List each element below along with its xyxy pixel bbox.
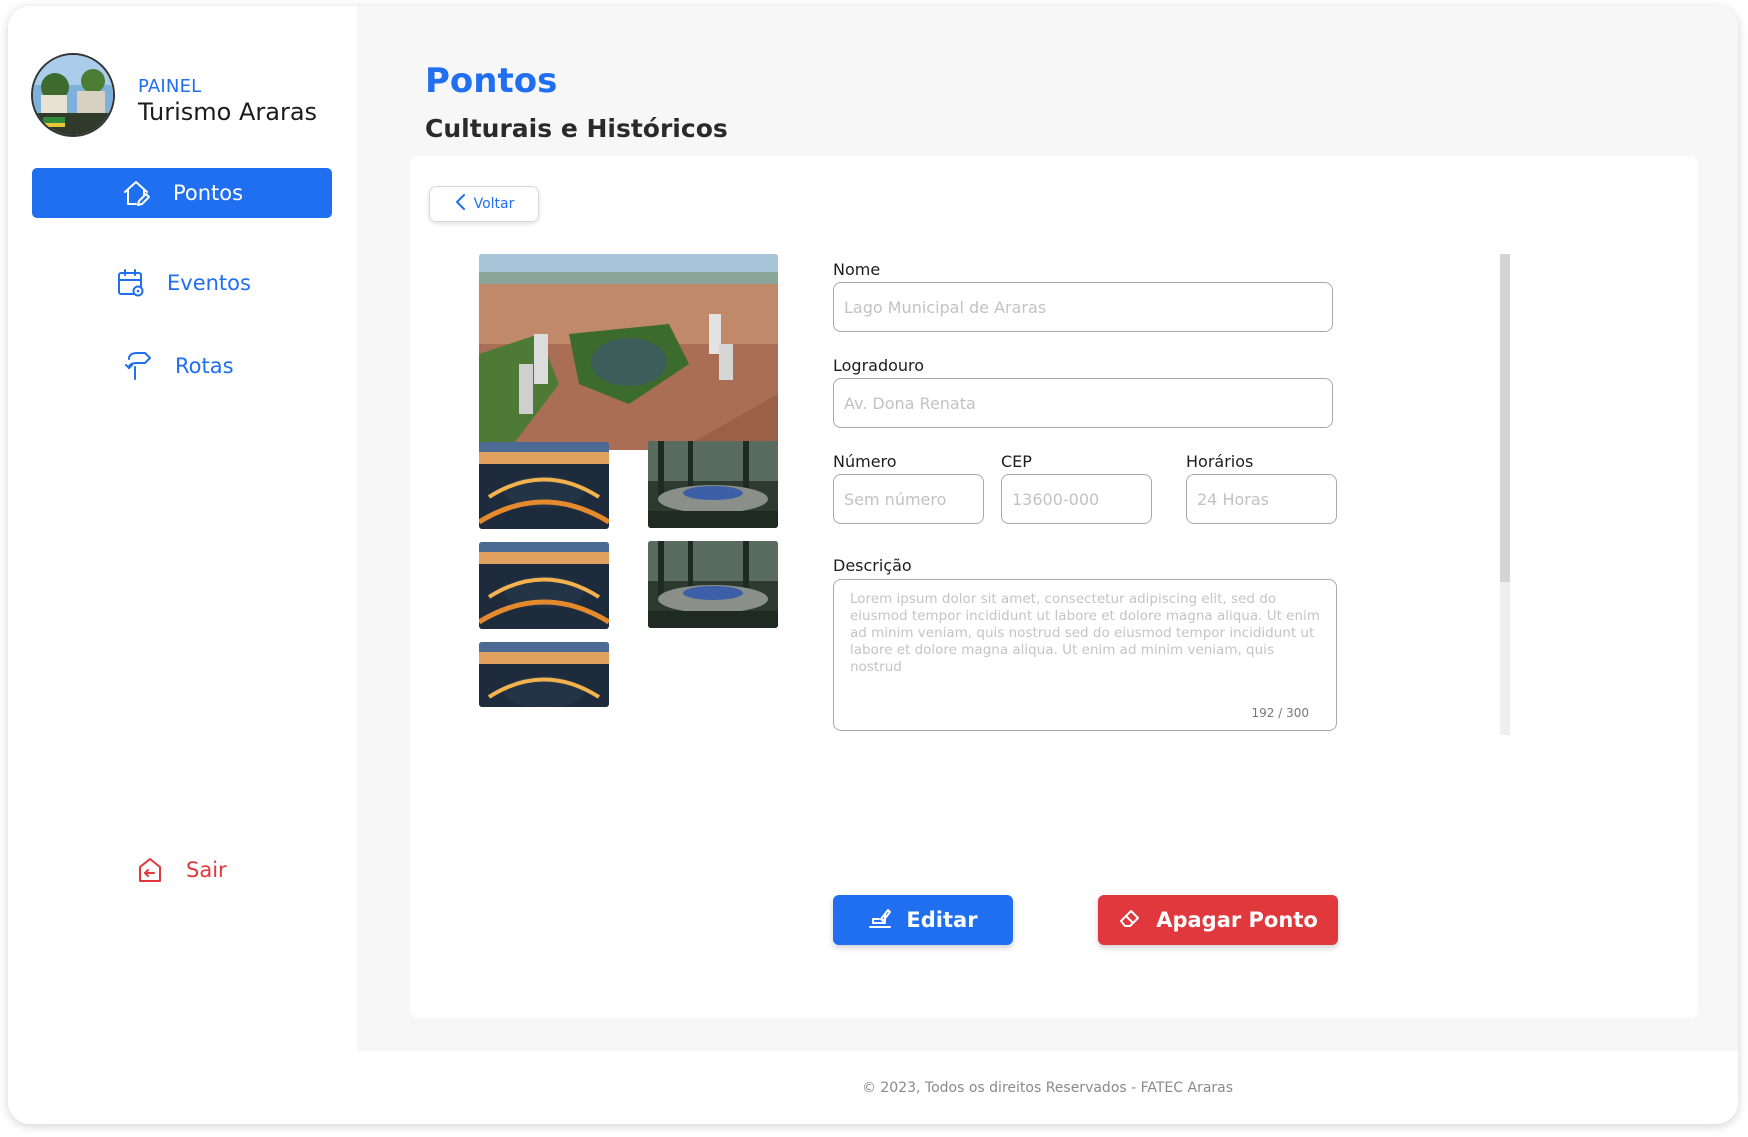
- copyright-text: © 2023, Todos os direitos Reservados - F…: [861, 1079, 1234, 1096]
- sidebar-item-eventos[interactable]: Eventos: [117, 265, 251, 301]
- numero-field[interactable]: Sem número: [833, 474, 984, 524]
- detail-card: Voltar Nome Lago Municipal de Araras Log…: [410, 156, 1698, 1018]
- horarios-label: Horários: [1186, 452, 1254, 471]
- thumbnail-night-lake[interactable]: [479, 442, 609, 529]
- logout-icon: [136, 855, 164, 885]
- home-icon: [121, 178, 151, 208]
- sidebar-item-sair[interactable]: Sair: [136, 852, 227, 888]
- main-photo[interactable]: [479, 254, 778, 450]
- cep-placeholder: 13600-000: [1012, 489, 1100, 509]
- sidebar: PAINEL Turismo Araras Pontos Eventos Rot…: [8, 6, 357, 1124]
- chevron-left-icon: [454, 193, 468, 215]
- nome-field[interactable]: Lago Municipal de Araras: [833, 282, 1333, 332]
- horarios-placeholder: 24 Horas: [1197, 489, 1269, 509]
- scrollbar-thumb[interactable]: [1500, 254, 1510, 582]
- horarios-field[interactable]: 24 Horas: [1186, 474, 1337, 524]
- footer: © 2023, Todos os direitos Reservados - F…: [357, 1051, 1738, 1124]
- avatar: [31, 53, 115, 137]
- sidebar-item-label: Rotas: [175, 354, 234, 378]
- brand-title: Turismo Araras: [138, 98, 318, 126]
- edit-icon: [868, 906, 892, 935]
- nome-label: Nome: [833, 260, 881, 279]
- back-button-label: Voltar: [473, 196, 515, 212]
- main-content: Pontos Culturais e Históricos Voltar Nom…: [357, 6, 1738, 1051]
- thumbnail-fountain[interactable]: [648, 441, 778, 528]
- logradouro-label: Logradouro: [833, 356, 925, 375]
- numero-placeholder: Sem número: [844, 489, 947, 509]
- descricao-label: Descrição: [833, 556, 912, 575]
- edit-button-label: Editar: [906, 908, 978, 932]
- cep-label: CEP: [1001, 452, 1032, 471]
- form-scrollbar[interactable]: [1500, 254, 1510, 735]
- calendar-icon: [117, 268, 145, 298]
- descricao-textarea[interactable]: Lorem ipsum dolor sit amet, consectetur …: [833, 579, 1337, 731]
- sidebar-item-rotas[interactable]: Rotas: [125, 348, 234, 384]
- nome-placeholder: Lago Municipal de Araras: [844, 297, 1047, 317]
- sidebar-item-pontos[interactable]: Pontos: [32, 168, 332, 218]
- thumbnail-night-lake[interactable]: [479, 542, 609, 629]
- descricao-text: Lorem ipsum dolor sit amet, consectetur …: [850, 591, 1320, 675]
- sidebar-item-label: Pontos: [172, 181, 244, 205]
- page-subtitle: Culturais e Históricos: [425, 114, 728, 143]
- edit-button[interactable]: Editar: [833, 895, 1013, 945]
- eraser-icon: [1118, 906, 1142, 935]
- logradouro-placeholder: Av. Dona Renata: [844, 393, 976, 413]
- thumbnail-night-lake[interactable]: [479, 642, 609, 707]
- char-counter: 192 / 300: [1251, 706, 1309, 720]
- app-window: PAINEL Turismo Araras Pontos Eventos Rot…: [8, 6, 1738, 1124]
- thumbnail-fountain[interactable]: [648, 541, 778, 628]
- sidebar-item-label: Eventos: [167, 271, 251, 295]
- back-button[interactable]: Voltar: [429, 186, 539, 222]
- delete-point-button[interactable]: Apagar Ponto: [1098, 895, 1338, 945]
- brand-label: PAINEL: [138, 76, 202, 97]
- route-sign-icon: [125, 351, 153, 381]
- delete-button-label: Apagar Ponto: [1156, 908, 1318, 932]
- page-title: Pontos: [425, 61, 558, 101]
- cep-field[interactable]: 13600-000: [1001, 474, 1152, 524]
- numero-label: Número: [833, 452, 897, 471]
- sidebar-item-label: Sair: [186, 858, 227, 882]
- logradouro-field[interactable]: Av. Dona Renata: [833, 378, 1333, 428]
